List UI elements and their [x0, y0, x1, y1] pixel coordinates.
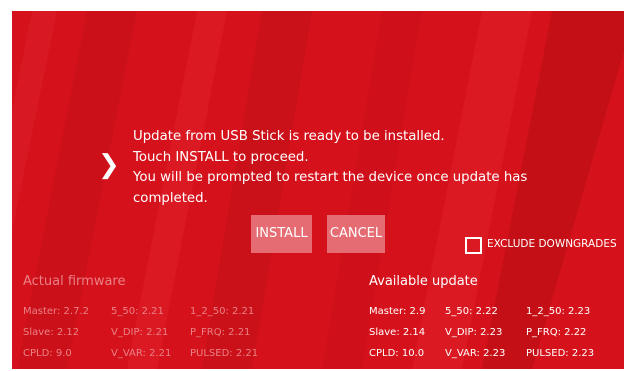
checkbox-unchecked-icon[interactable]: [465, 237, 482, 254]
actual-pulsed-version: PULSED: 2.21: [190, 348, 259, 359]
available-slave-version: Slave: 2.14: [369, 327, 426, 338]
available-update-title: Available update: [369, 274, 478, 289]
message-line: You will be prompted to restart the devi…: [133, 170, 528, 185]
available-cpld-version: CPLD: 10.0: [369, 348, 425, 359]
available-master-version: Master: 2.9: [369, 306, 426, 317]
actual-v-dip-version: V_DIP: 2.21: [111, 327, 169, 338]
update-message: Update from USB Stick is ready to be ins…: [133, 127, 553, 209]
available-p-frq-version: P_FRQ: 2.22: [526, 327, 587, 338]
update-screen: ❯ Update from USB Stick is ready to be i…: [12, 11, 624, 369]
message-line: completed.: [133, 190, 208, 206]
actual-cpld-version: CPLD: 9.0: [23, 348, 72, 359]
actual-p-frq-version: P_FRQ: 2.21: [190, 327, 251, 338]
install-button[interactable]: INSTALL: [251, 215, 312, 253]
actual-1-2-50-version: 1_2_50: 2.21: [190, 306, 255, 317]
available-pulsed-version: PULSED: 2.23: [526, 348, 595, 359]
message-line: Update from USB Stick is ready to be ins…: [133, 129, 445, 144]
actual-5-50-version: 5_50: 2.21: [111, 306, 164, 317]
available-v-var-version: V_VAR: 2.23: [445, 348, 506, 359]
available-v-dip-version: V_DIP: 2.23: [445, 327, 503, 338]
exclude-downgrades-label: EXCLUDE DOWNGRADES: [487, 238, 617, 250]
available-5-50-version: 5_50: 2.22: [445, 306, 498, 317]
actual-v-var-version: V_VAR: 2.21: [111, 348, 172, 359]
chevron-right-icon: ❯: [98, 150, 120, 180]
cancel-button[interactable]: CANCEL: [327, 215, 385, 253]
message-line: Touch INSTALL to proceed.: [133, 149, 309, 165]
actual-firmware-title: Actual firmware: [23, 274, 126, 289]
actual-slave-version: Slave: 2.12: [23, 327, 80, 338]
available-1-2-50-version: 1_2_50: 2.23: [526, 306, 591, 317]
actual-master-version: Master: 2.7.2: [23, 306, 89, 317]
